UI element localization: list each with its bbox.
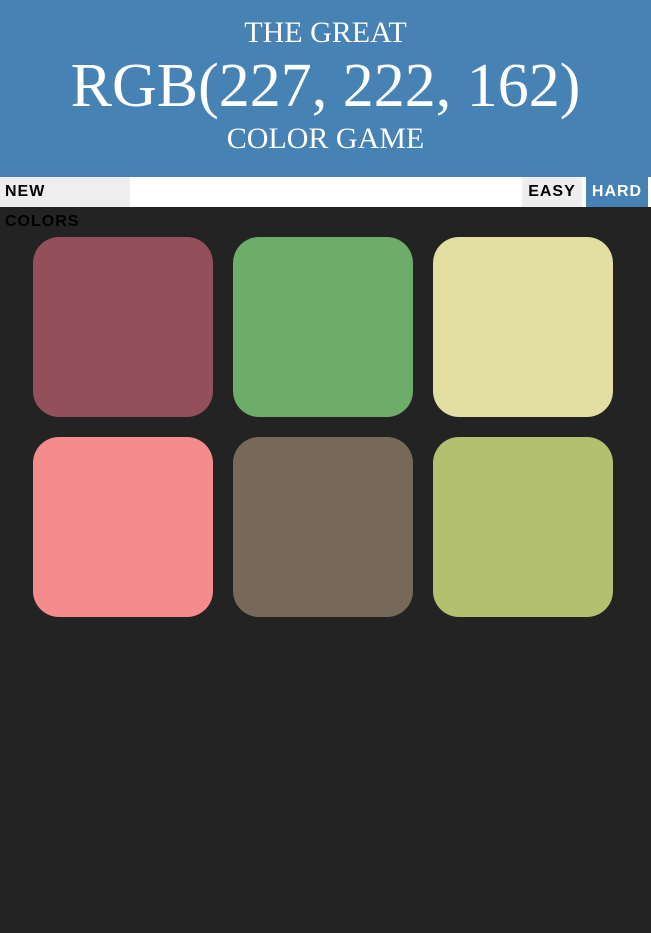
color-square[interactable] — [33, 237, 213, 417]
color-square[interactable] — [233, 237, 413, 417]
new-colors-button[interactable]: NEW COLORS — [0, 177, 130, 230]
easy-mode-button[interactable]: EASY — [522, 177, 582, 207]
title-line-1: THE GREAT — [244, 16, 407, 49]
title-line-3: COLOR GAME — [226, 122, 425, 155]
target-color-display: RGB(227, 222, 162) — [70, 52, 581, 120]
hard-mode-button[interactable]: HARD — [586, 177, 648, 207]
game-header: THE GREAT RGB(227, 222, 162) COLOR GAME — [0, 0, 651, 177]
control-bar: NEW COLORS EASY HARD — [0, 177, 651, 230]
color-square[interactable] — [233, 437, 413, 617]
color-square[interactable] — [433, 237, 613, 417]
color-square[interactable] — [33, 437, 213, 617]
color-square[interactable] — [433, 437, 613, 617]
